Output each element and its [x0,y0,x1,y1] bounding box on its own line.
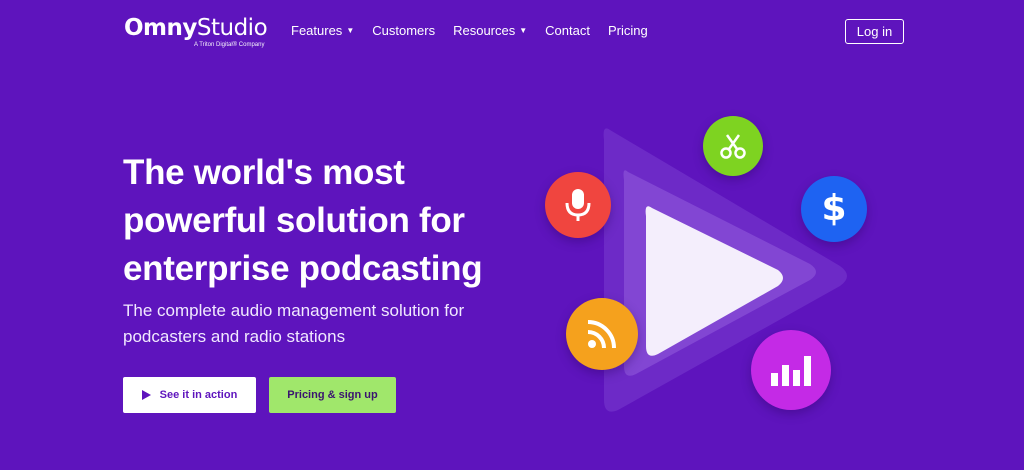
caret-down-icon: ▼ [346,26,355,35]
login-button[interactable]: Log in [845,19,904,44]
analytics-badge [751,330,831,410]
logo-product: Studio [196,15,268,41]
button-label: Pricing & sign up [287,389,378,401]
main-menu: Features ▼ Customers Resources ▼ Contact P… [291,22,648,40]
headline-line: The world's most [123,153,405,192]
logo-brand: Omny [124,15,197,41]
dollar-badge: $ [801,176,867,242]
nav-item-customers[interactable]: Customers [372,22,435,40]
hero-illustration: $ [540,110,880,430]
logo-wordmark: OmnyStudio [124,14,268,42]
subline-line: The complete audio management solution f… [123,301,465,320]
nav-item-features[interactable]: Features ▼ [291,22,354,40]
nav-item-label: Pricing [607,23,648,38]
microphone-icon [565,189,591,221]
see-it-in-action-button[interactable]: See it in action [123,377,256,413]
headline-line: enterprise podcasting [123,249,483,288]
pricing-signup-button[interactable]: Pricing & sign up [269,377,396,413]
caret-down-icon: ▼ [519,26,528,35]
subline-line: podcasters and radio stations [123,327,346,346]
rss-badge [566,298,638,370]
nav-item-pricing[interactable]: Pricing [608,22,648,40]
hero-subheadline: The complete audio management solution f… [123,298,503,350]
logo-tagline: A Triton Digital® Company [194,42,265,48]
bar-chart-icon [771,356,811,386]
nav-item-label: Contact [545,23,590,38]
button-label: See it in action [159,389,238,401]
scissors-icon [720,134,746,159]
nav-item-resources[interactable]: Resources ▼ [453,22,527,40]
rss-icon [587,320,616,349]
nav-item-contact[interactable]: Contact [545,22,590,40]
nav-item-label: Customers [372,23,436,38]
play-icon [141,390,151,400]
hero-headline: The world's most powerful solution for e… [123,149,523,293]
dollar-icon: $ [821,188,847,229]
omny-studio-logo[interactable]: OmnyStudio A Triton Digital® Company [124,14,268,50]
scissors-badge [703,116,763,176]
nav-item-label: Resources [453,23,516,38]
microphone-badge [545,172,611,238]
top-navigation: OmnyStudio A Triton Digital® Company Fea… [0,0,1024,62]
headline-line: powerful solution for [123,201,465,240]
nav-item-label: Features [291,23,343,38]
